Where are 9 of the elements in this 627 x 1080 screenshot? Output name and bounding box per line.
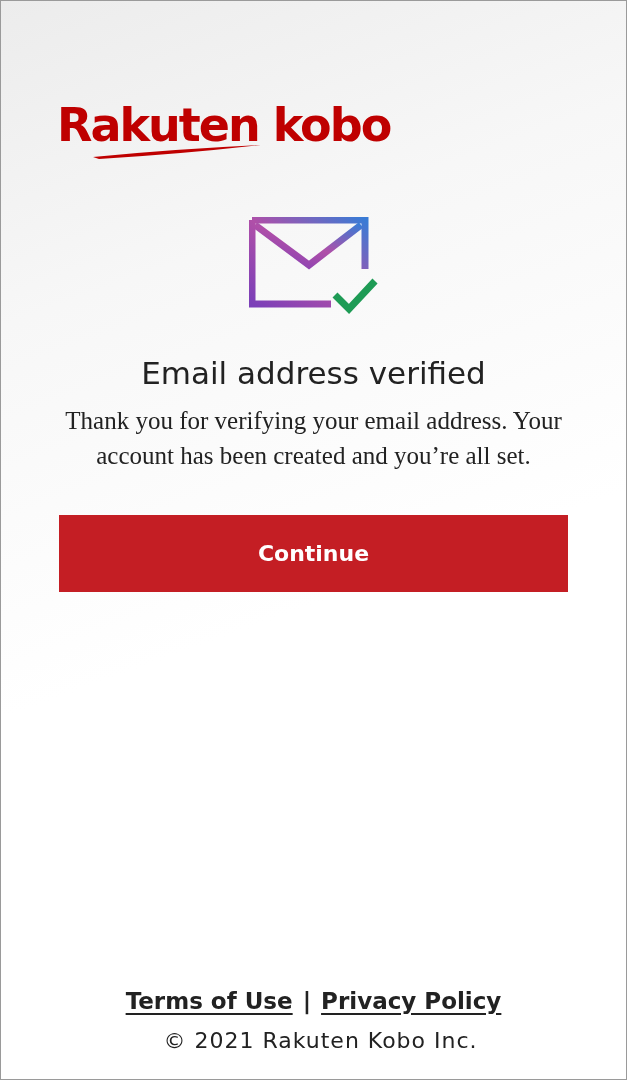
logo: Rakuten kobo bbox=[57, 99, 391, 151]
link-separator: | bbox=[302, 986, 312, 1017]
confirmation-message: Thank you for verifying your email address. Your account has been created and you’re all set. bbox=[64, 406, 563, 471]
footer-link[interactable]: Privacy Policy bbox=[321, 983, 502, 1018]
copyright: © 2021 Rakuten Kobo Inc. bbox=[163, 1027, 478, 1055]
continue-button[interactable]: Continue bbox=[59, 515, 568, 592]
envelope-check-icon bbox=[248, 217, 379, 315]
footer-link[interactable]: Terms of Use bbox=[125, 983, 293, 1018]
page-title: Email address verified bbox=[141, 354, 486, 393]
